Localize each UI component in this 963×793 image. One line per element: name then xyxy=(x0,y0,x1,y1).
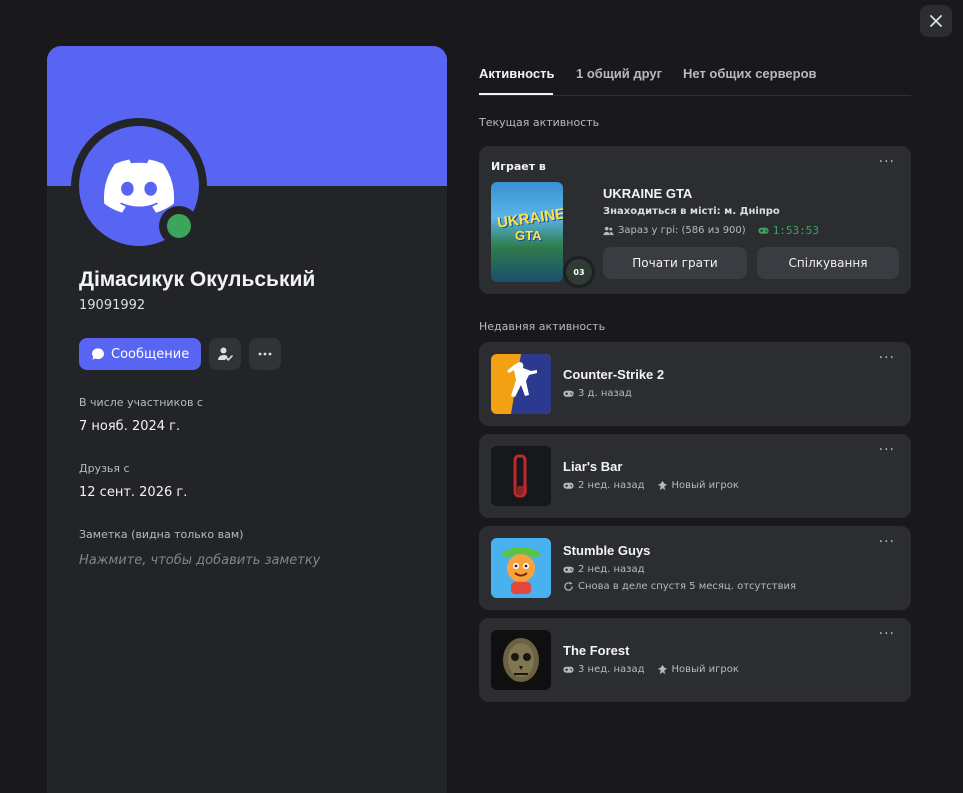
game-thumbnail xyxy=(491,630,551,690)
returning-player: Снова в деле спустя 5 месяц. отсутствия xyxy=(563,581,796,592)
game-thumbnail xyxy=(491,538,551,598)
avatar[interactable] xyxy=(71,118,207,254)
username: 19091992 xyxy=(79,298,146,313)
gamepad-icon xyxy=(563,482,574,489)
game-thumbnail xyxy=(491,446,551,506)
gamepad-icon xyxy=(563,666,574,673)
counter-strike-logo-icon xyxy=(491,354,551,414)
users-icon xyxy=(603,226,614,236)
game-title: Stumble Guys xyxy=(563,543,651,558)
activity-more-button[interactable]: ··· xyxy=(879,350,895,366)
game-details: Знаходиться в місті: м. Дніпро xyxy=(603,206,780,217)
new-player-icon xyxy=(657,664,667,675)
the-forest-logo-icon xyxy=(491,630,551,690)
profile-tabs: Активность 1 общий друг Нет общих сервер… xyxy=(479,66,911,96)
play-game-button[interactable]: Почати грати xyxy=(603,247,747,279)
activity-more-button[interactable]: ··· xyxy=(879,154,895,170)
message-button-label: Сообщение xyxy=(111,346,190,362)
party-size: Зараз у грі: (586 из 900) 1:53:53 xyxy=(603,224,819,237)
game-title: The Forest xyxy=(563,643,630,658)
message-button[interactable]: Сообщение xyxy=(79,338,202,370)
online-status-indicator xyxy=(159,206,199,246)
game-badge: 03 xyxy=(563,256,595,288)
stumble-guys-logo-icon xyxy=(491,538,551,598)
friend-status-button[interactable] xyxy=(209,338,242,370)
game-title: Liar's Bar xyxy=(563,459,623,474)
game-thumbnail xyxy=(491,354,551,414)
note-label: Заметка (видна только вам) xyxy=(79,528,244,541)
elapsed-time: 1:53:53 xyxy=(772,224,820,237)
tab-mutual-friends[interactable]: 1 общий друг xyxy=(576,66,662,81)
recent-activity-item[interactable]: Liar's Bar 2 нед. назад Новый игрок ··· xyxy=(479,434,911,518)
current-activity-label: Текущая активность xyxy=(479,116,600,129)
last-played: 3 д. назад xyxy=(563,388,632,399)
tab-mutual-servers[interactable]: Нет общих серверов xyxy=(683,66,817,81)
tab-activity[interactable]: Активность xyxy=(479,66,554,81)
recent-activity-item[interactable]: Counter-Strike 2 3 д. назад ··· xyxy=(479,342,911,426)
activity-more-button[interactable]: ··· xyxy=(879,626,895,642)
community-button[interactable]: Спілкування xyxy=(757,247,899,279)
gamepad-icon xyxy=(563,390,574,397)
display-name: Дімасикук Окульський xyxy=(79,268,316,291)
more-icon xyxy=(258,352,272,356)
chat-bubble-icon xyxy=(92,348,104,360)
current-activity-card: Играет в ··· UKRAINE GTA 03 UKRAINE GTA … xyxy=(479,146,911,294)
last-played: 3 нед. назад Новый игрок xyxy=(563,664,739,675)
member-since-value: 7 нояб. 2024 г. xyxy=(79,419,181,434)
member-since-label: В числе участников с xyxy=(79,396,203,409)
liars-bar-logo-icon xyxy=(491,446,551,506)
gamepad-icon xyxy=(758,227,769,234)
friends-since-label: Друзья с xyxy=(79,462,130,475)
profile-actions: Сообщение xyxy=(79,338,282,370)
activity-more-button[interactable]: ··· xyxy=(879,534,895,550)
note-input[interactable]: Нажмите, чтобы добавить заметку xyxy=(79,553,320,568)
playing-label: Играет в xyxy=(491,160,546,173)
activity-more-button[interactable]: ··· xyxy=(879,442,895,458)
user-check-icon xyxy=(218,347,234,361)
close-icon xyxy=(930,15,942,27)
discord-logo-icon xyxy=(104,159,174,213)
refresh-icon xyxy=(564,581,573,591)
recent-activity-item[interactable]: The Forest 3 нед. назад Новый игрок ··· xyxy=(479,618,911,702)
new-player-icon xyxy=(657,480,667,491)
recent-activity-item[interactable]: Stumble Guys 2 нед. назад Снова в деле с… xyxy=(479,526,911,610)
active-tab-indicator xyxy=(479,93,553,95)
profile-card: Дімасикук Окульський 19091992 Сообщение … xyxy=(47,46,447,793)
last-played: 2 нед. назад xyxy=(563,564,645,575)
last-played: 2 нед. назад Новый игрок xyxy=(563,480,739,491)
game-title: UKRAINE GTA xyxy=(603,186,693,201)
more-options-button[interactable] xyxy=(249,338,282,370)
friends-since-value: 12 сент. 2026 г. xyxy=(79,485,188,500)
game-title: Counter-Strike 2 xyxy=(563,367,665,382)
close-button[interactable] xyxy=(920,5,952,37)
gamepad-icon xyxy=(563,566,574,573)
recent-activity-label: Недавняя активность xyxy=(479,320,606,333)
game-thumbnail: UKRAINE GTA xyxy=(491,182,563,282)
